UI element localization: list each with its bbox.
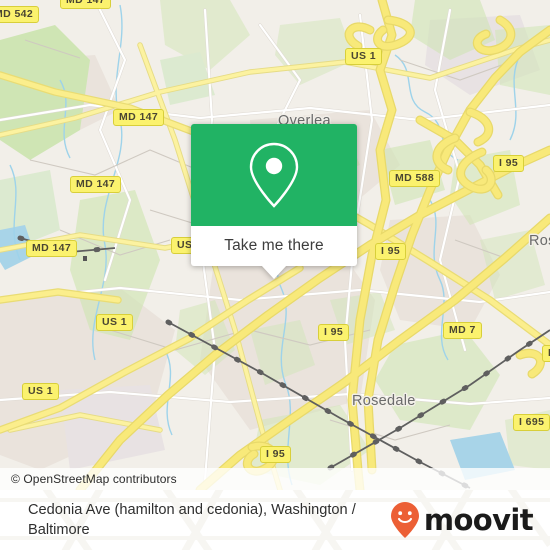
highway-shield-md147-b[interactable]: MD 147 (70, 176, 122, 193)
destination-popup-card[interactable]: Take me there (191, 124, 357, 279)
highway-shield-md147-a[interactable]: MD 147 (113, 109, 165, 126)
highway-shield-i95-d[interactable]: I 95 (260, 446, 292, 463)
highway-shield-md7[interactable]: MD 7 (443, 322, 482, 339)
moovit-logo[interactable]: moovit (390, 501, 534, 539)
popup-header (191, 124, 357, 226)
highway-shield-us1-a[interactable]: US 1 (345, 48, 382, 65)
osm-attribution-text[interactable]: © OpenStreetMap contributors (11, 472, 177, 486)
take-me-there-label: Take me there (224, 237, 324, 254)
popup-pointer-tail (261, 265, 287, 279)
map-attribution-bar: © OpenStreetMap contributors (0, 468, 550, 490)
highway-shield-i695-b[interactable]: I 695 (542, 345, 550, 362)
highway-shield-md147-c[interactable]: MD 147 (26, 240, 78, 257)
highway-shield-md588[interactable]: MD 588 (389, 170, 441, 187)
footer-bar: Cedonia Ave (hamilton and cedonia), Wash… (0, 490, 550, 550)
highway-shield-us1-b[interactable]: US 1 (96, 314, 133, 331)
highway-shield-md542-top-left[interactable]: MD 542 (0, 6, 40, 23)
moovit-map-screenshot: .park { fill:#cfe5b4; } .park2 { fill:#d… (0, 0, 550, 550)
location-title: Cedonia Ave (hamilton and cedonia), Wash… (28, 502, 356, 538)
popup-action-bar[interactable]: Take me there (191, 226, 357, 266)
place-label-rosedale-edge: Ros (529, 233, 550, 249)
highway-shield-i95-c[interactable]: I 95 (318, 324, 350, 341)
place-label-rosedale: Rosedale (352, 393, 416, 409)
highway-shield-i695-a[interactable]: I 695 (513, 414, 550, 431)
highway-shield-us1-c[interactable]: US 1 (22, 383, 59, 400)
moovit-wordmark: moovit (423, 502, 534, 537)
moovit-pin-smile-icon (390, 502, 419, 538)
map-canvas[interactable]: .park { fill:#cfe5b4; } .park2 { fill:#d… (0, 0, 550, 490)
highway-shield-i95-a[interactable]: I 95 (375, 243, 407, 260)
highway-shield-md147-top[interactable]: MD 147 (60, 0, 112, 9)
map-pin-icon (249, 142, 299, 208)
highway-shield-i95-b[interactable]: I 95 (493, 155, 525, 172)
